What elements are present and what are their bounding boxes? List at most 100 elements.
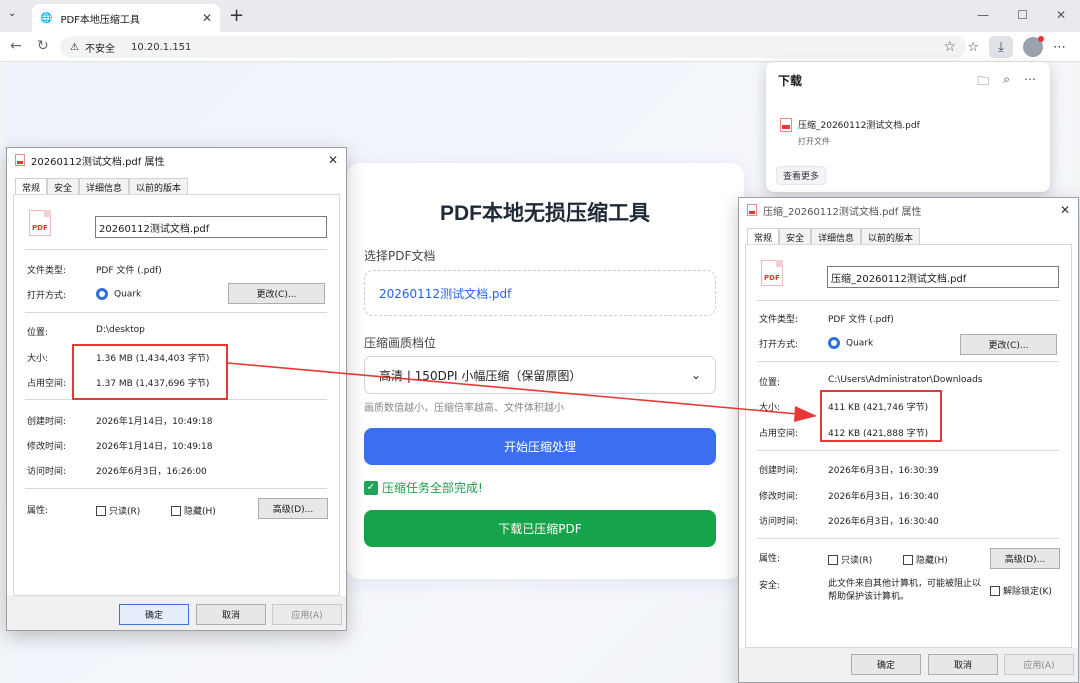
tab-details[interactable]: 详细信息	[79, 178, 130, 194]
folder-icon[interactable]: 🗀	[977, 72, 989, 93]
open-file-link[interactable]: 打开文件	[798, 136, 920, 147]
highlight-box-original-size	[72, 344, 228, 400]
more-icon[interactable]: ⋯	[1024, 72, 1036, 93]
type-label: 文件类型:	[27, 266, 67, 276]
divider	[757, 361, 1059, 362]
highlight-box-compressed-size	[820, 390, 942, 442]
maximize-icon[interactable]: ☐	[1017, 8, 1028, 22]
ok-button[interactable]: 确定	[119, 604, 189, 625]
cancel-button[interactable]: 取消	[196, 604, 266, 625]
dialog-tabs: 常规 安全 详细信息 以前的版本	[15, 178, 189, 195]
open-with-label: 打开方式:	[759, 340, 799, 350]
url-text[interactable]: 10.20.1.151	[131, 42, 191, 53]
chevron-down-icon: ⌄	[690, 368, 701, 382]
filename-field[interactable]: 压缩_20260112测试文档.pdf	[827, 266, 1059, 288]
more-icon[interactable]: ⋯	[1053, 40, 1066, 55]
readonly-checkbox[interactable]: 只读(R)	[828, 553, 872, 566]
quality-select[interactable]: 高清 | 150DPI 小幅压缩（保留原图） ⌄	[364, 356, 716, 394]
tab-list-chevron-icon[interactable]: ⌄	[8, 8, 16, 19]
security-note: 此文件来自其他计算机，可能被阻止以帮助保护该计算机。	[828, 579, 982, 602]
globe-icon: 🌐	[40, 12, 53, 24]
tab-general[interactable]: 常规	[747, 228, 780, 245]
created-value: 2026年1月14日，10:49:18	[96, 417, 213, 427]
dialog-tabs: 常规 安全 详细信息 以前的版本	[747, 228, 921, 245]
accessed-label: 访问时间:	[759, 517, 799, 527]
see-more-button[interactable]: 查看更多	[776, 166, 827, 185]
location-value: C:\Users\Administrator\Downloads	[828, 375, 983, 385]
favorites-icon[interactable]: ☆	[967, 40, 979, 55]
minimize-icon[interactable]: —	[977, 8, 989, 22]
apply-button[interactable]: 应用(A)	[272, 604, 342, 625]
download-icon[interactable]: ⤓	[989, 36, 1013, 58]
accessed-value: 2026年6月3日，16:26:00	[96, 467, 207, 477]
quality-hint: 画质数值越小，压缩倍率越高、文件体积越小	[364, 403, 564, 414]
window-controls: — ☐ ✕	[977, 8, 1066, 22]
accessed-value: 2026年6月3日，16:30:40	[828, 517, 939, 527]
start-compress-button[interactable]: 开始压缩处理	[364, 428, 716, 465]
hidden-checkbox[interactable]: 隐藏(H)	[903, 553, 948, 566]
downloads-panel: 下载 🗀 ⌕ ⋯ 压缩_20260112测试文档.pdf 打开文件 查看更多	[766, 62, 1050, 192]
omnibox[interactable]: ⚠ 不安全 10.20.1.151 ☆	[60, 36, 966, 58]
type-value: PDF 文件 (.pdf)	[828, 315, 894, 325]
dialog-titlebar: 20260112测试文档.pdf 属性 ✕	[7, 148, 346, 172]
close-window-icon[interactable]: ✕	[1056, 8, 1066, 22]
page-title: PDF本地无损压缩工具	[440, 202, 650, 225]
created-value: 2026年6月3日，16:30:39	[828, 466, 939, 476]
download-compressed-button[interactable]: 下载已压缩PDF	[364, 510, 716, 547]
download-item[interactable]: 压缩_20260112测试文档.pdf 打开文件	[780, 118, 920, 147]
close-icon[interactable]: ✕	[328, 153, 338, 167]
size-label: 大小:	[759, 403, 781, 413]
disk-size-label: 占用空间:	[759, 429, 799, 439]
quality-label: 压缩画质档位	[364, 336, 437, 350]
divider	[757, 300, 1059, 301]
advanced-button[interactable]: 高级(D)...	[258, 498, 328, 519]
open-with-label: 打开方式:	[27, 291, 67, 301]
advanced-button[interactable]: 高级(D)...	[990, 548, 1060, 569]
tab-strip: ⌄ 🌐 PDF本地压缩工具 ✕ + — ☐ ✕	[0, 0, 1080, 32]
reload-icon[interactable]: ↻	[37, 38, 49, 54]
close-tab-icon[interactable]: ✕	[202, 11, 212, 25]
downloads-actions: 🗀 ⌕ ⋯	[977, 72, 1036, 93]
new-tab-icon[interactable]: +	[229, 5, 244, 26]
downloads-title: 下载	[778, 74, 803, 88]
download-file-name: 压缩_20260112测试文档.pdf	[798, 121, 920, 131]
done-text: 压缩任务全部完成!	[382, 481, 483, 495]
change-button[interactable]: 更改(C)...	[228, 283, 325, 304]
search-icon[interactable]: ⌕	[1003, 72, 1010, 93]
apply-button[interactable]: 应用(A)	[1004, 654, 1074, 675]
tab-title: PDF本地压缩工具	[60, 14, 140, 26]
attributes-label: 属性:	[759, 554, 781, 564]
avatar[interactable]	[1023, 36, 1044, 57]
tab-previous-versions[interactable]: 以前的版本	[129, 178, 189, 194]
cancel-button[interactable]: 取消	[928, 654, 998, 675]
tab-general[interactable]: 常规	[15, 178, 48, 195]
check-icon: ✓	[364, 480, 378, 495]
location-value: D:\desktop	[96, 325, 145, 335]
pdf-file-icon: PDF	[761, 260, 783, 286]
insecure-label: 不安全	[84, 43, 115, 55]
tab-security[interactable]: 安全	[779, 228, 812, 244]
tool-card: PDF本地无损压缩工具 选择PDF文档 20260112测试文档.pdf 压缩画…	[346, 163, 744, 579]
divider	[757, 538, 1059, 539]
quality-value: 高清 | 150DPI 小幅压缩（保留原图）	[379, 368, 582, 383]
readonly-checkbox[interactable]: 只读(R)	[96, 504, 140, 517]
back-icon[interactable]: ←	[10, 38, 22, 54]
close-icon[interactable]: ✕	[1060, 203, 1070, 217]
open-with-value: Quark	[96, 288, 141, 300]
tab-details[interactable]: 详细信息	[811, 228, 862, 244]
unblock-checkbox[interactable]: 解除锁定(K)	[990, 584, 1052, 597]
tab-security[interactable]: 安全	[47, 178, 80, 194]
tab-previous-versions[interactable]: 以前的版本	[861, 228, 921, 244]
address-bar: ← ↻ ⚠ 不安全 10.20.1.151 ☆ ☆ ⤓ ⋯	[0, 32, 1080, 62]
file-dropzone[interactable]: 20260112测试文档.pdf	[364, 270, 716, 316]
hidden-checkbox[interactable]: 隐藏(H)	[171, 504, 216, 517]
location-label: 位置:	[27, 328, 49, 338]
modified-label: 修改时间:	[27, 442, 67, 452]
change-button[interactable]: 更改(C)...	[960, 334, 1057, 355]
disk-size-label: 占用空间:	[27, 379, 67, 389]
browser-tab[interactable]: 🌐 PDF本地压缩工具 ✕	[32, 4, 220, 32]
star-icon[interactable]: ☆	[943, 39, 956, 55]
filename-field[interactable]: 20260112测试文档.pdf	[95, 216, 327, 238]
modified-label: 修改时间:	[759, 492, 799, 502]
ok-button[interactable]: 确定	[851, 654, 921, 675]
